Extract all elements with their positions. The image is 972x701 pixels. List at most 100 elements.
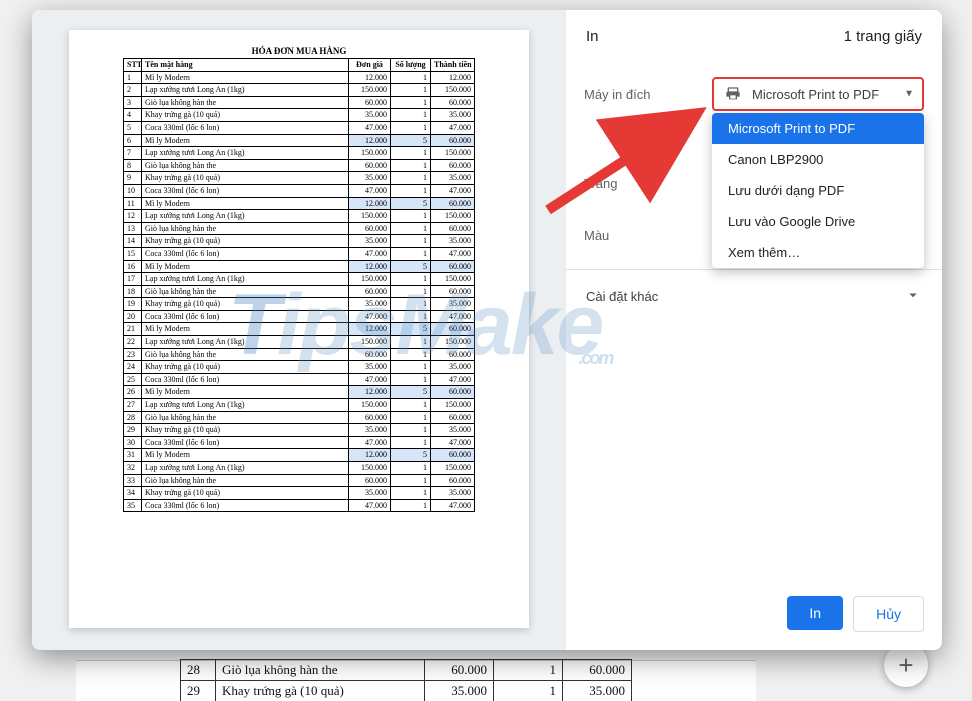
cell-price: 35.000 (349, 361, 391, 374)
cell-name: Mì ly Modern (142, 386, 349, 399)
cell-stt: 22 (124, 336, 142, 349)
cell-price: 12.000 (349, 449, 391, 462)
printer-select[interactable]: Microsoft Print to PDF ▼ (712, 77, 924, 111)
cell-price: 60.000 (349, 474, 391, 487)
cell-total: 60.000 (431, 386, 475, 399)
cell-qty: 1 (391, 499, 431, 512)
cancel-button[interactable]: Hủy (853, 596, 924, 632)
plus-icon: + (898, 650, 913, 681)
cell-stt: 18 (124, 285, 142, 298)
print-button[interactable]: In (787, 596, 843, 630)
color-label: Màu (584, 228, 712, 243)
table-row: 17Lạp xưởng tươi Long An (1kg)150.000115… (124, 273, 475, 286)
cell-qty: 1 (391, 310, 431, 323)
cell-name: Coca 330ml (lốc 6 lon) (142, 436, 349, 449)
cell-total: 150.000 (431, 273, 475, 286)
cell-qty: 1 (391, 348, 431, 361)
cell-name: Khay trứng gà (10 quả) (142, 298, 349, 311)
cell-price: 12.000 (349, 134, 391, 147)
cell-stt: 13 (124, 222, 142, 235)
cell-price: 35.000 (349, 235, 391, 248)
cell-qty: 1 (391, 71, 431, 84)
cell-qty: 1 (391, 336, 431, 349)
cell-qty: 1 (391, 487, 431, 500)
cell-qty: 1 (391, 474, 431, 487)
cell-qty: 1 (391, 96, 431, 109)
cell-name: Mì ly Modern (142, 449, 349, 462)
cell-total: 47.000 (431, 121, 475, 134)
cell-price: 47.000 (349, 436, 391, 449)
print-button-label: In (809, 605, 821, 621)
th-total: Thành tiền (431, 59, 475, 72)
print-settings-pane: In 1 trang giấy Máy in đích Microsoft Pr… (566, 10, 942, 650)
table-row: 6Mì ly Modern12.000560.000 (124, 134, 475, 147)
cell-total: 35.000 (431, 361, 475, 374)
cell-stt: 7 (124, 147, 142, 160)
cell-price: 12.000 (349, 386, 391, 399)
table-row: 31Mì ly Modern12.000560.000 (124, 449, 475, 462)
cell-price: 150.000 (349, 147, 391, 160)
cell-name: Mì ly Modern (142, 134, 349, 147)
table-row: 24Khay trứng gà (10 quả)35.000135.000 (124, 361, 475, 374)
cell-qty: 1 (391, 436, 431, 449)
pages-label: Trang (584, 176, 712, 191)
dropdown-option[interactable]: Lưu vào Google Drive (712, 206, 924, 237)
table-row: 1Mì ly Modern12.000112.000 (124, 71, 475, 84)
cell-name: Coca 330ml (lốc 6 lon) (142, 247, 349, 260)
cell-qty: 5 (391, 386, 431, 399)
preview-page-1: HÓA ĐƠN MUA HÀNG STT Tên mặt hàng Đơn gi… (69, 30, 529, 628)
cell-qty: 1 (391, 298, 431, 311)
cell-stt: 1 (124, 71, 142, 84)
page-count: 1 trang giấy (844, 28, 922, 45)
cell-stt: 3 (124, 96, 142, 109)
cell-stt: 28 (124, 411, 142, 424)
cell-total: 150.000 (431, 336, 475, 349)
cell-name: Lạp xưởng tươi Long An (1kg) (142, 147, 349, 160)
printer-dropdown[interactable]: Microsoft Print to PDFCanon LBP2900Lưu d… (712, 113, 924, 268)
dropdown-option[interactable]: Microsoft Print to PDF (712, 113, 924, 144)
dropdown-option[interactable]: Xem thêm… (712, 237, 924, 268)
cell-stt: 2 (124, 84, 142, 97)
cell-qty: 1 (391, 399, 431, 412)
table-row: 4Khay trứng gà (10 quả)35.000135.000 (124, 109, 475, 122)
cell-name: Coca 330ml (lốc 6 lon) (142, 310, 349, 323)
cell-name: Khay trứng gà (10 quả) (142, 172, 349, 185)
chevron-down-icon (904, 286, 922, 307)
cell-price: 60.000 (349, 411, 391, 424)
table-row: 8Giò lụa không hàn the60.000160.000 (124, 159, 475, 172)
cell-total: 47.000 (431, 436, 475, 449)
cell-stt: 8 (124, 159, 142, 172)
cell-name: Mì ly Modern (142, 260, 349, 273)
cell-name: Mì ly Modern (142, 71, 349, 84)
cell-qty: 1 (391, 159, 431, 172)
cell-stt: 4 (124, 109, 142, 122)
dropdown-option[interactable]: Lưu dưới dạng PDF (712, 175, 924, 206)
th-name: Tên mặt hàng (142, 59, 349, 72)
print-preview-pane[interactable]: HÓA ĐƠN MUA HÀNG STT Tên mặt hàng Đơn gi… (32, 10, 566, 650)
cell-price: 150.000 (349, 462, 391, 475)
cell-name: Giò lụa không hàn the (142, 474, 349, 487)
dropdown-option[interactable]: Canon LBP2900 (712, 144, 924, 175)
cell-name: Giò lụa không hàn the (142, 285, 349, 298)
table-row: 34Khay trứng gà (10 quả)35.000135.000 (124, 487, 475, 500)
cell-stt: 25 (124, 373, 142, 386)
cell-total: 60.000 (431, 411, 475, 424)
cell-stt: 6 (124, 134, 142, 147)
cell-total: 150.000 (431, 147, 475, 160)
cell-total: 47.000 (431, 373, 475, 386)
cell-qty: 1 (391, 222, 431, 235)
caret-down-icon: ▼ (904, 89, 914, 100)
cell-price: 60.000 (349, 348, 391, 361)
table-row: 10Coca 330ml (lốc 6 lon)47.000147.000 (124, 184, 475, 197)
cell-total: 60.000 (431, 222, 475, 235)
cell-name: Lạp xưởng tươi Long An (1kg) (142, 273, 349, 286)
cell-stt: 12 (124, 210, 142, 223)
cell-total: 60.000 (431, 197, 475, 210)
cell-stt: 14 (124, 235, 142, 248)
cell-total: 47.000 (431, 499, 475, 512)
cell-name: Lạp xưởng tươi Long An (1kg) (142, 210, 349, 223)
more-settings-toggle[interactable]: Cài đặt khác (584, 270, 924, 323)
table-row: 29Khay trứng gà (10 quả)35.000135.000 (124, 424, 475, 437)
cell-total: 35.000 (431, 235, 475, 248)
cell-qty: 5 (391, 134, 431, 147)
